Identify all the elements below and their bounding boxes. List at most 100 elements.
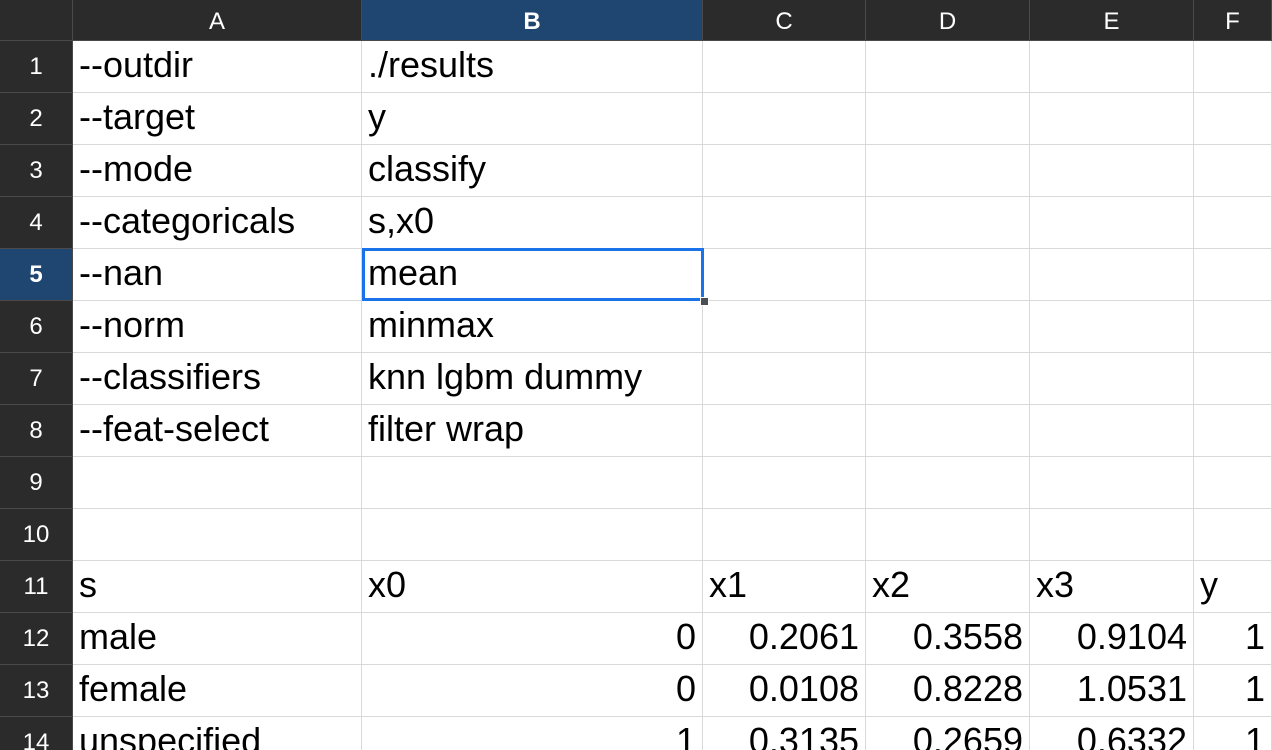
- cell-f11[interactable]: y: [1194, 561, 1272, 613]
- cell-b12[interactable]: 0: [362, 613, 703, 665]
- cell-d7[interactable]: [866, 353, 1030, 405]
- cell-e1[interactable]: [1030, 41, 1194, 93]
- cell-e9[interactable]: [1030, 457, 1194, 509]
- row-header-11[interactable]: 11: [0, 561, 73, 613]
- cell-e7[interactable]: [1030, 353, 1194, 405]
- cell-a10[interactable]: [73, 509, 362, 561]
- cell-f2[interactable]: [1194, 93, 1272, 145]
- cell-d11[interactable]: x2: [866, 561, 1030, 613]
- cell-d3[interactable]: [866, 145, 1030, 197]
- cell-f1[interactable]: [1194, 41, 1272, 93]
- cell-c13[interactable]: 0.0108: [703, 665, 866, 717]
- cell-e5[interactable]: [1030, 249, 1194, 301]
- cell-d6[interactable]: [866, 301, 1030, 353]
- cell-d5[interactable]: [866, 249, 1030, 301]
- row-header-5[interactable]: 5: [0, 249, 73, 301]
- cell-b4[interactable]: s,x0: [362, 197, 703, 249]
- select-all-corner[interactable]: [0, 0, 73, 41]
- cell-f12[interactable]: 1: [1194, 613, 1272, 665]
- cell-b11[interactable]: x0: [362, 561, 703, 613]
- cell-f7[interactable]: [1194, 353, 1272, 405]
- row-header-7[interactable]: 7: [0, 353, 73, 405]
- cell-d8[interactable]: [866, 405, 1030, 457]
- cell-e3[interactable]: [1030, 145, 1194, 197]
- cell-f3[interactable]: [1194, 145, 1272, 197]
- cell-c10[interactable]: [703, 509, 866, 561]
- cell-e2[interactable]: [1030, 93, 1194, 145]
- cell-a9[interactable]: [73, 457, 362, 509]
- cell-d10[interactable]: [866, 509, 1030, 561]
- cell-c5[interactable]: [703, 249, 866, 301]
- cell-a8[interactable]: --feat-select: [73, 405, 362, 457]
- cell-f10[interactable]: [1194, 509, 1272, 561]
- cell-a1[interactable]: --outdir: [73, 41, 362, 93]
- column-header-e[interactable]: E: [1030, 0, 1194, 41]
- cell-a5[interactable]: --nan: [73, 249, 362, 301]
- cell-f9[interactable]: [1194, 457, 1272, 509]
- cell-d14[interactable]: 0.2659: [866, 717, 1030, 750]
- cell-d1[interactable]: [866, 41, 1030, 93]
- column-header-b[interactable]: B: [362, 0, 703, 41]
- cell-c12[interactable]: 0.2061: [703, 613, 866, 665]
- cell-a3[interactable]: --mode: [73, 145, 362, 197]
- cell-d4[interactable]: [866, 197, 1030, 249]
- cell-c6[interactable]: [703, 301, 866, 353]
- cell-d2[interactable]: [866, 93, 1030, 145]
- cell-e4[interactable]: [1030, 197, 1194, 249]
- cell-c8[interactable]: [703, 405, 866, 457]
- column-header-d[interactable]: D: [866, 0, 1030, 41]
- cell-b9[interactable]: [362, 457, 703, 509]
- cell-c1[interactable]: [703, 41, 866, 93]
- cell-e10[interactable]: [1030, 509, 1194, 561]
- cell-b5[interactable]: mean: [362, 249, 703, 301]
- cell-a7[interactable]: --classifiers: [73, 353, 362, 405]
- cell-b7[interactable]: knn lgbm dummy: [362, 353, 703, 405]
- cell-c3[interactable]: [703, 145, 866, 197]
- cell-a2[interactable]: --target: [73, 93, 362, 145]
- cell-a4[interactable]: --categoricals: [73, 197, 362, 249]
- column-header-f[interactable]: F: [1194, 0, 1272, 41]
- cell-c4[interactable]: [703, 197, 866, 249]
- row-header-13[interactable]: 13: [0, 665, 73, 717]
- cell-c14[interactable]: 0.3135: [703, 717, 866, 750]
- row-header-8[interactable]: 8: [0, 405, 73, 457]
- cell-c2[interactable]: [703, 93, 866, 145]
- cell-a11[interactable]: s: [73, 561, 362, 613]
- row-header-4[interactable]: 4: [0, 197, 73, 249]
- cell-f14[interactable]: 1: [1194, 717, 1272, 750]
- row-header-9[interactable]: 9: [0, 457, 73, 509]
- row-header-1[interactable]: 1: [0, 41, 73, 93]
- fill-handle[interactable]: [700, 297, 709, 306]
- cell-e12[interactable]: 0.9104: [1030, 613, 1194, 665]
- column-header-a[interactable]: A: [73, 0, 362, 41]
- cell-d9[interactable]: [866, 457, 1030, 509]
- cell-f8[interactable]: [1194, 405, 1272, 457]
- cell-f5[interactable]: [1194, 249, 1272, 301]
- cell-f13[interactable]: 1: [1194, 665, 1272, 717]
- cell-e14[interactable]: 0.6332: [1030, 717, 1194, 750]
- cell-b3[interactable]: classify: [362, 145, 703, 197]
- cell-b1[interactable]: ./results: [362, 41, 703, 93]
- cell-f4[interactable]: [1194, 197, 1272, 249]
- cell-c11[interactable]: x1: [703, 561, 866, 613]
- cell-e6[interactable]: [1030, 301, 1194, 353]
- cell-b10[interactable]: [362, 509, 703, 561]
- cell-a13[interactable]: female: [73, 665, 362, 717]
- cell-b13[interactable]: 0: [362, 665, 703, 717]
- cell-c7[interactable]: [703, 353, 866, 405]
- row-header-3[interactable]: 3: [0, 145, 73, 197]
- cell-d12[interactable]: 0.3558: [866, 613, 1030, 665]
- cell-e8[interactable]: [1030, 405, 1194, 457]
- cell-b6[interactable]: minmax: [362, 301, 703, 353]
- row-header-10[interactable]: 10: [0, 509, 73, 561]
- row-header-14[interactable]: 14: [0, 717, 73, 750]
- row-header-6[interactable]: 6: [0, 301, 73, 353]
- cell-d13[interactable]: 0.8228: [866, 665, 1030, 717]
- cell-c9[interactable]: [703, 457, 866, 509]
- cell-a14[interactable]: unspecified: [73, 717, 362, 750]
- cell-e13[interactable]: 1.0531: [1030, 665, 1194, 717]
- row-header-12[interactable]: 12: [0, 613, 73, 665]
- cell-f6[interactable]: [1194, 301, 1272, 353]
- cell-b2[interactable]: y: [362, 93, 703, 145]
- cell-b14[interactable]: 1: [362, 717, 703, 750]
